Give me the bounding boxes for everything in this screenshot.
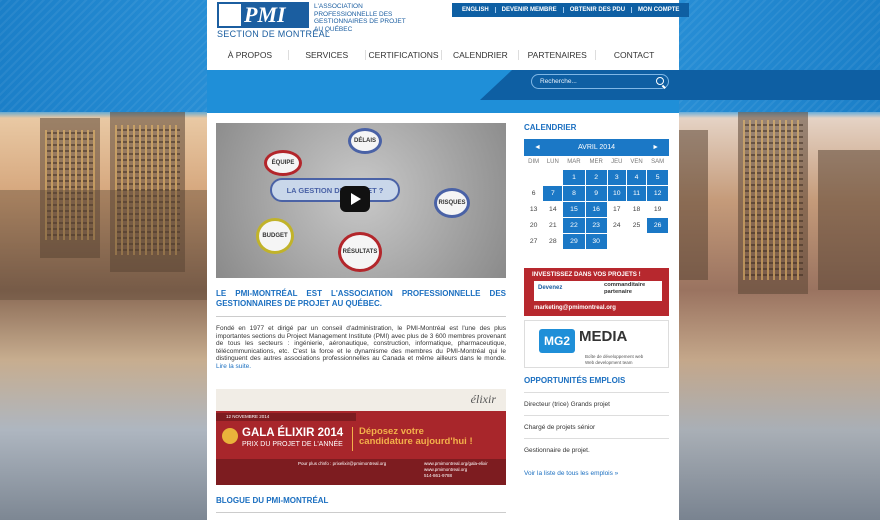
mg2-logo: MG2 (539, 329, 575, 353)
nav-calendrier[interactable]: CALENDRIER (442, 50, 520, 60)
pmi-logo[interactable]: PMI (217, 2, 309, 28)
link-mon-compte[interactable]: MON COMPTE (631, 7, 685, 13)
calendar-day[interactable]: 2 (584, 168, 608, 186)
weekday-label: MER (589, 159, 603, 166)
logo-mark-icon (219, 4, 241, 26)
calendar-day[interactable]: 20 (523, 216, 544, 234)
weekday-label: JEU (611, 159, 623, 166)
trophy-icon (222, 428, 238, 444)
weekday-label: VEN (630, 159, 643, 166)
bubble-delais: DÉLAIS (348, 128, 382, 154)
bubble-resultats: RÉSULTATS (338, 232, 382, 272)
gala-date: 12 NOVEMBRE 2014 (216, 413, 356, 421)
weekday-label: DIM (528, 159, 540, 166)
calendar-day[interactable]: 10 (606, 184, 627, 202)
read-more-link[interactable]: Lire la suite. (216, 363, 251, 370)
calendar-day[interactable]: 22 (562, 216, 586, 234)
all-jobs-link[interactable]: Voir la liste de tous les emplois » (524, 470, 618, 477)
intro-text: Fondé en 1977 et dirigé par un conseil d… (216, 325, 506, 370)
job-item[interactable]: Gestionnaire de projet. (524, 438, 669, 461)
calendar-day[interactable]: 26 (646, 216, 669, 234)
calendar-day[interactable]: 7 (542, 184, 564, 202)
job-item[interactable]: Chargé de projets sénior (524, 415, 669, 438)
calendar-day[interactable]: 8 (562, 184, 586, 202)
gala-subtitle: PRIX DU PROJET DE L'ANNÉE (242, 441, 343, 448)
calendar-day (646, 232, 669, 250)
calendar-day[interactable]: 6 (523, 184, 544, 202)
link-obtenir-pdu[interactable]: OBTENIR DES PDU (562, 7, 631, 13)
link-devenir-membre[interactable]: DEVENIR MEMBRE (494, 7, 563, 13)
calendar: ◄ AVRIL 2014 ► DIM LUN MAR MER JEU VEN SAM 123… (523, 139, 669, 250)
calendar-day[interactable]: 15 (562, 200, 586, 218)
calendar-day[interactable]: 17 (606, 200, 627, 218)
calendar-day[interactable]: 27 (523, 232, 544, 250)
calendar-day[interactable]: 11 (625, 184, 648, 202)
search-icon[interactable] (656, 77, 664, 85)
gala-banner[interactable]: élixir 12 NOVEMBRE 2014 GALA ÉLIXIR 2014… (216, 389, 506, 485)
calendar-day[interactable]: 23 (584, 216, 608, 234)
calendar-day[interactable]: 9 (584, 184, 608, 202)
nav-contact[interactable]: CONTACT (596, 50, 672, 60)
calendar-day[interactable]: 14 (542, 200, 564, 218)
jobs-title: OPPORTUNITÉS EMPLOIS (524, 376, 626, 385)
calendar-day[interactable]: 16 (584, 200, 608, 218)
calendar-title: CALENDRIER (524, 123, 577, 132)
prev-month-icon[interactable]: ◄ (534, 144, 541, 151)
sponsor-title: INVESTISSEZ DANS VOS PROJETS ! (532, 271, 641, 278)
main-nav: À PROPOS SERVICES CERTIFICATIONS CALENDR… (212, 44, 672, 66)
gala-name: GALA ÉLIXIR 2014 (242, 427, 344, 439)
calendar-day[interactable]: 4 (625, 168, 648, 186)
sponsor-email: marketing@pmimontreal.org (534, 305, 616, 311)
blog-title: BLOGUE DU PMI-MONTRÉAL (216, 496, 329, 505)
calendar-day (523, 168, 544, 186)
bubble-budget: BUDGET (256, 218, 294, 254)
calendar-day[interactable]: 21 (542, 216, 564, 234)
bubble-risques: RISQUES (434, 188, 470, 218)
nav-services[interactable]: SERVICES (289, 50, 366, 60)
nav-certifications[interactable]: CERTIFICATIONS (366, 50, 443, 60)
next-month-icon[interactable]: ► (652, 144, 659, 151)
play-button[interactable] (340, 186, 370, 212)
nav-partenaires[interactable]: PARTENAIRES (519, 50, 597, 60)
gala-contact: Pour plus d'info : prixelixir@pmimontrea… (298, 461, 387, 466)
mg2-media-banner[interactable]: MG2 MEDIA Boîte de développement web Web … (524, 320, 669, 368)
association-tagline: L'ASSOCIATION PROFESSIONNELLE DES GESTIO… (314, 3, 406, 33)
weekday-label: MAR (567, 159, 581, 166)
weekday-label: LUN (546, 159, 559, 166)
calendar-day[interactable]: 19 (646, 200, 669, 218)
elixir-logo: élixir (470, 392, 496, 406)
calendar-month: AVRIL 2014 (578, 144, 615, 151)
calendar-day[interactable]: 29 (562, 232, 586, 250)
top-links: ENGLISH DEVENIR MEMBRE OBTENIR DES PDU M… (452, 3, 690, 17)
calendar-day[interactable]: 1 (562, 168, 586, 186)
calendar-day (542, 168, 564, 186)
search-box (531, 74, 669, 89)
calendar-day[interactable]: 30 (584, 232, 608, 250)
calendar-day[interactable]: 28 (542, 232, 564, 250)
search-input[interactable] (540, 75, 650, 88)
bubble-equipe: ÉQUIPE (264, 150, 302, 176)
calendar-day[interactable]: 25 (625, 216, 648, 234)
calendar-day[interactable]: 5 (646, 168, 669, 186)
job-item[interactable]: Directeur (trice) Grands projet (524, 392, 669, 415)
gala-links: www.pmimontreal.org/gala-elixir www.pmimo… (424, 461, 488, 478)
calendar-day[interactable]: 24 (606, 216, 627, 234)
calendar-day[interactable]: 12 (646, 184, 669, 202)
intro-title: LE PMI-MONTRÉAL EST L'ASSOCIATION PROFES… (216, 289, 506, 308)
gala-cta: Déposez votre candidature aujourd'hui ! (359, 426, 473, 447)
video-center-label: LA GESTION DE PROJET ? (270, 178, 400, 202)
jobs-list: Directeur (trice) Grands projet Chargé d… (524, 392, 669, 461)
calendar-day (625, 232, 648, 250)
nav-a-propos[interactable]: À PROPOS (212, 50, 289, 60)
calendar-day (606, 232, 627, 250)
link-english[interactable]: ENGLISH (456, 7, 495, 13)
calendar-day[interactable]: 3 (606, 168, 627, 186)
weekday-label: SAM (651, 159, 665, 166)
calendar-day[interactable]: 13 (523, 200, 544, 218)
calendar-day[interactable]: 18 (625, 200, 648, 218)
sponsor-banner[interactable]: INVESTISSEZ DANS VOS PROJETS ! Devenez c… (524, 268, 669, 316)
